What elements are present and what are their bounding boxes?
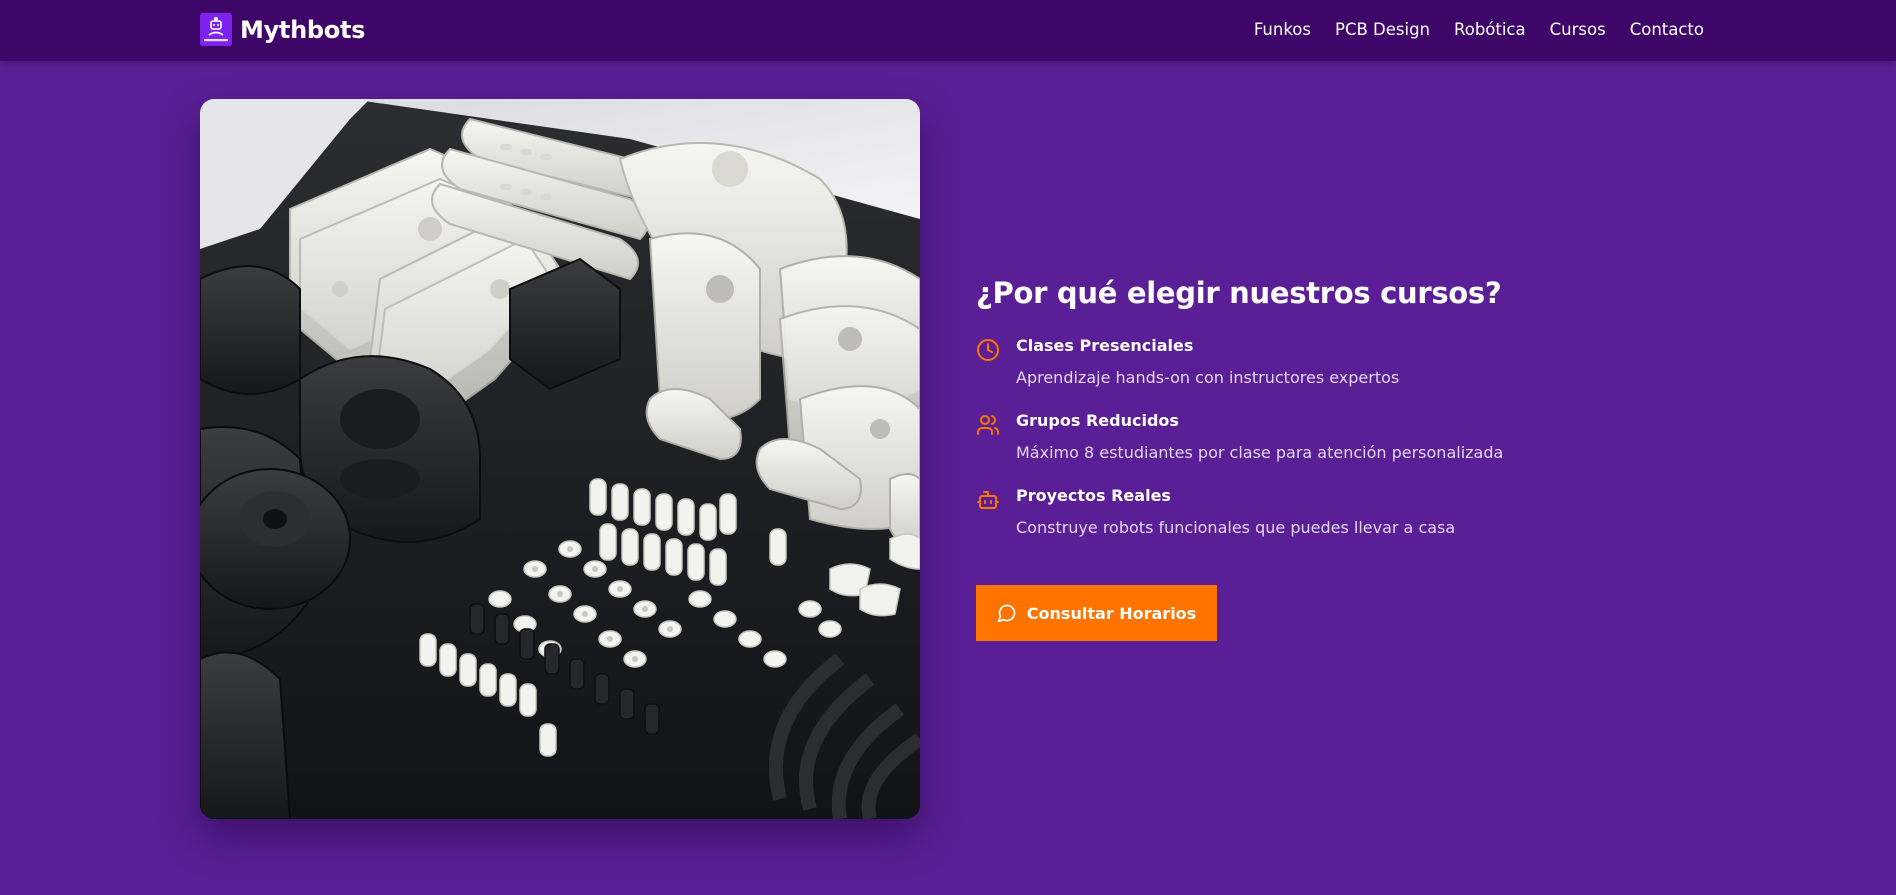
site-header: Mythbots Funkos PCB Design Robótica Curs… (0, 0, 1896, 61)
main-nav: Funkos PCB Design Robótica Cursos Contac… (1254, 20, 1704, 39)
feature-title: Proyectos Reales (1016, 486, 1171, 505)
feature-description: Construye robots funcionales que puedes … (1016, 518, 1456, 537)
nav-link-pcb-design[interactable]: PCB Design (1335, 20, 1430, 39)
robot-icon (976, 488, 1000, 512)
consult-schedule-button[interactable]: Consultar Horarios (976, 585, 1217, 641)
nav-link-contacto[interactable]: Contacto (1630, 20, 1704, 39)
nav-link-funkos[interactable]: Funkos (1254, 20, 1311, 39)
chat-bubble-icon (997, 603, 1017, 623)
hero-image (200, 99, 920, 819)
nav-link-cursos[interactable]: Cursos (1550, 20, 1606, 39)
section-heading: ¿Por qué elegir nuestros cursos? (976, 276, 1502, 310)
feature-list: Clases Presenciales Aprendizaje hands-on… (976, 336, 1736, 538)
feature-text: Clases Presenciales Aprendizaje hands-on… (1016, 336, 1399, 388)
robot-logo-icon (200, 13, 232, 46)
brand-link[interactable]: Mythbots (200, 13, 365, 46)
clock-icon (976, 338, 1000, 362)
feature-item: Clases Presenciales Aprendizaje hands-on… (976, 336, 1736, 388)
feature-description: Máximo 8 estudiantes por clase para aten… (1016, 443, 1504, 462)
feature-description: Aprendizaje hands-on con instructores ex… (1016, 368, 1400, 387)
feature-title: Grupos Reducidos (1016, 411, 1179, 430)
feature-text: Proyectos Reales Construye robots funcio… (1016, 486, 1455, 538)
feature-item: Grupos Reducidos Máximo 8 estudiantes po… (976, 411, 1736, 463)
consult-schedule-label: Consultar Horarios (1026, 603, 1197, 623)
users-icon (976, 413, 1000, 437)
nav-link-robotica[interactable]: Robótica (1454, 20, 1526, 39)
feature-item: Proyectos Reales Construye robots funcio… (976, 486, 1736, 538)
feature-title: Clases Presenciales (1016, 336, 1194, 355)
brand-name: Mythbots (240, 15, 366, 44)
feature-text: Grupos Reducidos Máximo 8 estudiantes po… (1016, 411, 1503, 463)
why-choose-section: ¿Por qué elegir nuestros cursos? Clases … (976, 276, 1736, 561)
